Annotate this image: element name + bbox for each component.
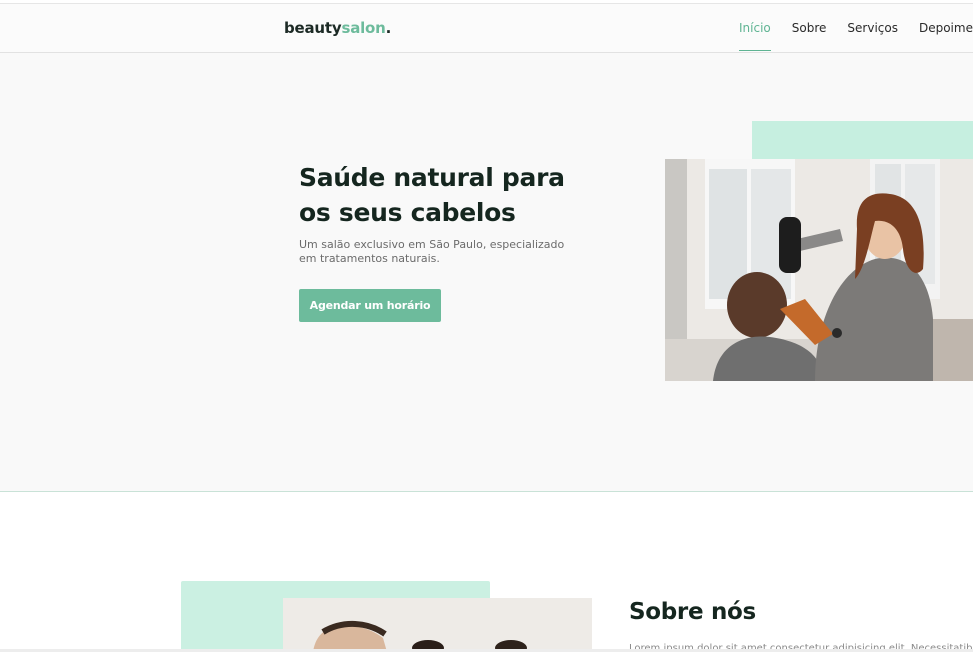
hero-photo-illustration (665, 159, 973, 381)
main-nav: Início Sobre Serviços Depoimentos (739, 4, 973, 53)
hero-title: Saúde natural para os seus cabelos (299, 163, 565, 227)
site-header: beautysalon. Início Sobre Serviços Depoi… (0, 4, 973, 53)
brand-logo-part1: beauty (284, 19, 342, 37)
brand-logo-part2: salon (341, 19, 386, 37)
decorative-mint-block (752, 121, 973, 159)
brand-logo[interactable]: beautysalon. (284, 19, 391, 37)
about-photo (283, 598, 592, 652)
about-title: Sobre nós (629, 599, 756, 625)
nav-item-sobre[interactable]: Sobre (792, 4, 827, 53)
hero-photo-hairdresser (665, 159, 973, 381)
brand-logo-dot: . (385, 19, 392, 37)
schedule-button[interactable]: Agendar um horário (299, 289, 441, 322)
hero-description: Um salão exclusivo em São Paulo, especia… (299, 238, 565, 265)
nav-item-inicio[interactable]: Início (739, 4, 771, 53)
about-photo-illustration (283, 598, 592, 652)
nav-item-depoimentos[interactable]: Depoimentos (919, 4, 973, 53)
nav-item-servicos[interactable]: Serviços (847, 4, 898, 53)
about-section: Sobre nós Lorem ipsum dolor sit amet con… (0, 492, 973, 652)
hero-section: Saúde natural para os seus cabelos Um sa… (0, 53, 973, 492)
